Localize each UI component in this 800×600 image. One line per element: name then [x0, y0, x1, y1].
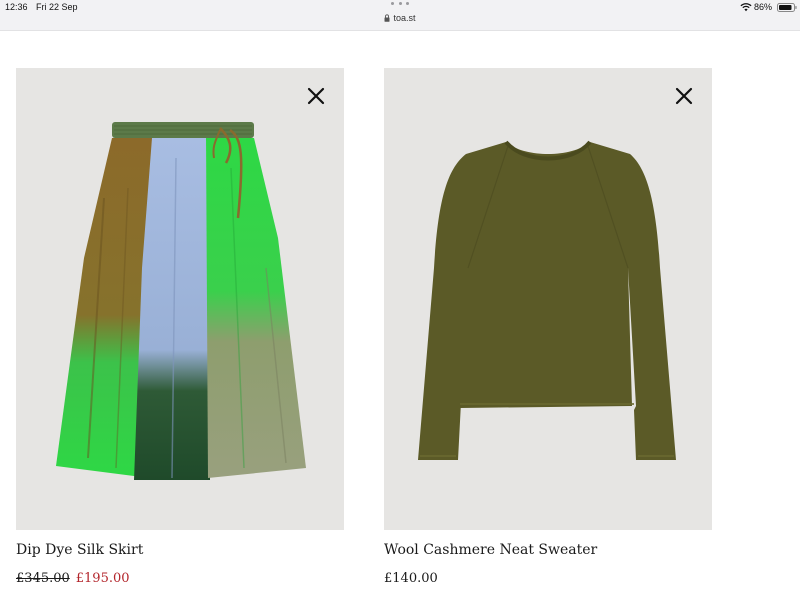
- skirt-image[interactable]: [16, 68, 344, 530]
- original-price: £345.00: [16, 571, 70, 586]
- status-time: 12:36: [5, 2, 28, 12]
- product-name[interactable]: Wool Cashmere Neat Sweater: [384, 542, 597, 558]
- product-card-skirt[interactable]: Dip Dye Silk Skirt £345.00 £195.00: [16, 68, 344, 586]
- sweater-illustration: [418, 140, 676, 460]
- product-name[interactable]: Dip Dye Silk Skirt: [16, 542, 143, 558]
- remove-sweater-button[interactable]: [675, 87, 693, 105]
- remove-skirt-button[interactable]: [307, 87, 325, 105]
- status-bar: 12:36 Fri 22 Sep toa.st 86%: [0, 0, 800, 31]
- price-row: £140.00: [384, 571, 438, 586]
- url-text: toa.st: [393, 13, 416, 23]
- skirt-illustration: [56, 122, 306, 480]
- url-bar[interactable]: toa.st: [370, 13, 430, 23]
- price-row: £345.00 £195.00: [16, 571, 130, 586]
- lock-icon: [384, 14, 390, 22]
- price: £140.00: [384, 571, 438, 586]
- battery-icon: [777, 3, 797, 12]
- sweater-image[interactable]: [384, 68, 712, 530]
- sale-price: £195.00: [75, 571, 130, 586]
- wifi-icon: [740, 3, 752, 12]
- battery-percentage: 86%: [754, 2, 773, 12]
- product-card-sweater[interactable]: Wool Cashmere Neat Sweater £140.00: [384, 68, 712, 586]
- status-date: Fri 22 Sep: [36, 2, 78, 12]
- page: 12:36 Fri 22 Sep toa.st 86% Dip Dye Silk…: [0, 0, 800, 600]
- multitasking-dots-icon[interactable]: [391, 2, 409, 6]
